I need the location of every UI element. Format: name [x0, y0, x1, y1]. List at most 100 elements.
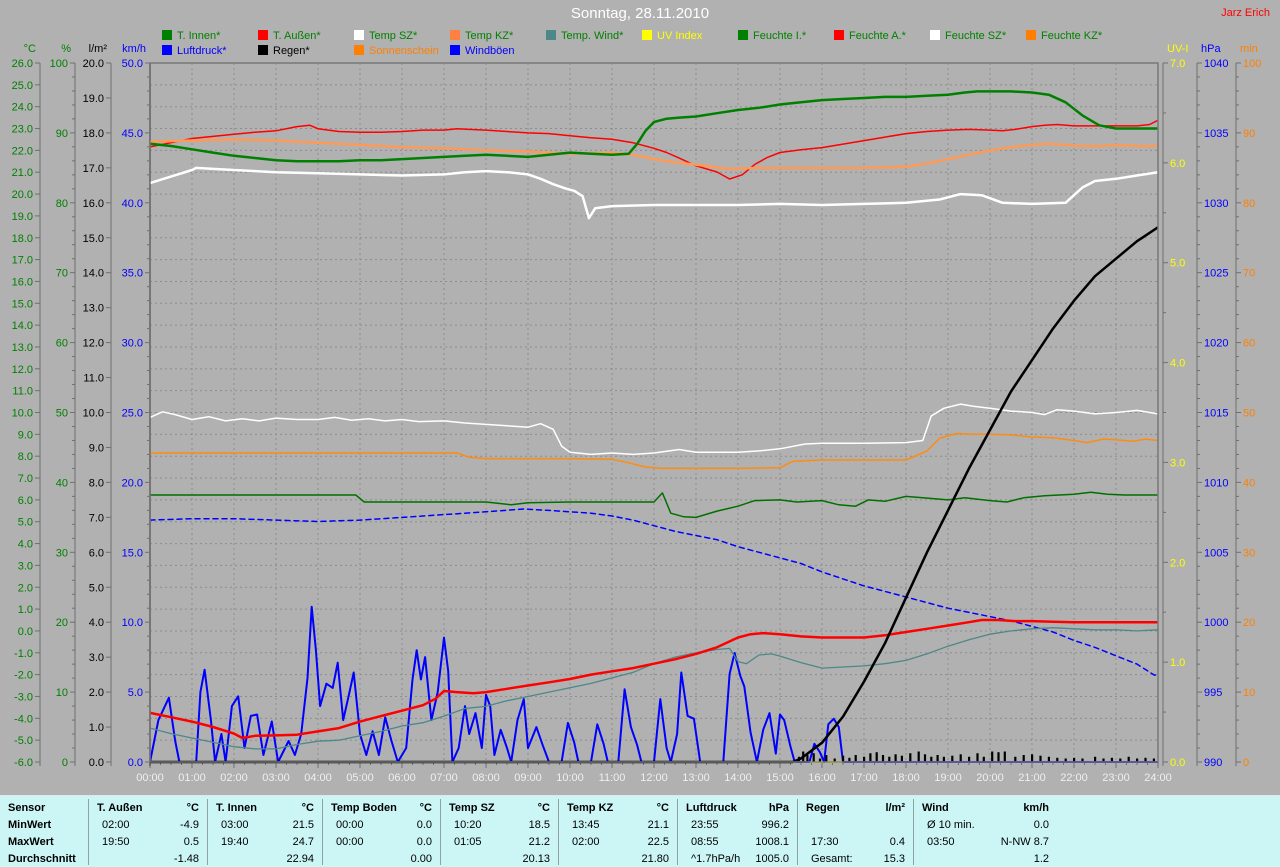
axis-unit-uv: UV-I: [1167, 43, 1188, 55]
axis-label-hpa: 1020: [1204, 338, 1228, 350]
series-bar-Regen Intervall: [894, 754, 897, 762]
axis-label-c: -1.0: [14, 648, 33, 660]
series-bar-Regen Intervall: [936, 755, 939, 762]
axis-label-c: -2.0: [14, 670, 33, 682]
axis-label-kmh: 45.0: [122, 128, 143, 140]
series-bar-Regen Intervall: [991, 751, 994, 762]
x-label: 04:00: [304, 772, 332, 784]
table-col-unit: °C: [656, 802, 669, 814]
axis-label-c: 3.0: [18, 560, 33, 572]
series-bar-Regen Intervall: [863, 756, 866, 762]
axis-label-lm2: 9.0: [89, 442, 104, 454]
axis-label-min: 90: [1243, 128, 1255, 140]
axis-label-min: 100: [1243, 58, 1261, 70]
axis-label-c: 10.0: [12, 408, 33, 420]
table-value: 1005.0: [755, 853, 789, 865]
axis-label-c: 25.0: [12, 80, 33, 92]
axis-label-kmh: 20.0: [122, 477, 143, 489]
axis-label-pct: 40: [56, 477, 68, 489]
axis-label-min: 10: [1243, 687, 1255, 699]
axis-label-c: 17.0: [12, 255, 33, 267]
axis-label-kmh: 35.0: [122, 268, 143, 280]
axis-label-kmh: 40.0: [122, 198, 143, 210]
x-label: 20:00: [976, 772, 1004, 784]
table-col-unit: hPa: [768, 802, 789, 814]
axis-label-lm2: 18.0: [83, 128, 104, 140]
axis-label-c: 7.0: [18, 473, 33, 485]
axis-label-c: 6.0: [18, 495, 33, 507]
x-label: 08:00: [472, 772, 500, 784]
axis-label-pct: 100: [50, 58, 68, 70]
table-value: 22.5: [647, 836, 669, 848]
x-label: 09:00: [514, 772, 542, 784]
axis-label-c: 12.0: [12, 364, 33, 376]
axis-label-min: 20: [1243, 617, 1255, 629]
axis-label-min: 40: [1243, 477, 1255, 489]
axis-label-lm2: 16.0: [83, 198, 104, 210]
axis-unit-c: °C: [24, 43, 36, 55]
table-value: 0.00: [410, 853, 432, 865]
x-label: 06:00: [388, 772, 416, 784]
axis-label-c: -4.0: [14, 713, 33, 725]
table-separator: [440, 799, 441, 865]
table-value: 18.5: [528, 819, 550, 831]
table-col-unit: l/m²: [885, 802, 905, 814]
table-value: 0.4: [889, 836, 905, 848]
axis-label-hpa: 1010: [1204, 477, 1228, 489]
axis-label-lm2: 15.0: [83, 233, 104, 245]
x-label: 22:00: [1060, 772, 1088, 784]
axis-label-c: 23.0: [12, 124, 33, 136]
x-label: 16:00: [808, 772, 836, 784]
table-col-unit: °C: [186, 802, 199, 814]
series-bar-Regen Intervall: [888, 756, 891, 762]
axis-label-hpa: 990: [1204, 757, 1222, 769]
series-bar-Regen Intervall: [930, 756, 933, 762]
series-bar-Regen Intervall: [812, 753, 815, 762]
axis-label-lm2: 13.0: [83, 303, 104, 315]
series-bar-Regen Intervall: [917, 751, 920, 762]
axis-label-c: 9.0: [18, 429, 33, 441]
axis-label-c: 1.0: [18, 604, 33, 616]
x-label: 14:00: [724, 772, 752, 784]
axis-label-c: 24.0: [12, 102, 33, 114]
axis-label-uv: 4.0: [1170, 358, 1185, 370]
table-value: 996.2: [761, 819, 789, 831]
axis-label-uv: 5.0: [1170, 258, 1185, 270]
x-label: 17:00: [850, 772, 878, 784]
table-separator: [797, 799, 798, 865]
axis-label-c: -6.0: [14, 757, 33, 769]
axis-label-lm2: 8.0: [89, 477, 104, 489]
axis-label-uv: 0.0: [1170, 757, 1185, 769]
summary-table: Sensor MinWert MaxWert Durchschnitt T. Außen…: [0, 795, 1280, 867]
table-value: 20.13: [522, 853, 550, 865]
table-separator: [677, 799, 678, 865]
axis-label-hpa: 1005: [1204, 547, 1228, 559]
table-value: 21.80: [641, 853, 669, 865]
table-col-unit: °C: [537, 802, 550, 814]
table-value: 0.5: [183, 836, 199, 848]
axis-label-hpa: 1030: [1204, 198, 1228, 210]
axis-label-pct: 70: [56, 268, 68, 280]
series-bar-Regen Intervall: [976, 753, 979, 762]
axis-label-c: 13.0: [12, 342, 33, 354]
x-label: 10:00: [556, 772, 584, 784]
series-bar-Regen Intervall: [959, 754, 962, 762]
axis-unit-pct: %: [61, 43, 71, 55]
table-row-label: Sensor: [8, 802, 46, 814]
x-label: 03:00: [262, 772, 290, 784]
table-separator: [207, 799, 208, 865]
axis-label-min: 80: [1243, 198, 1255, 210]
series-bar-Regen Intervall: [923, 754, 927, 762]
table-row-label: MinWert: [8, 819, 52, 831]
axis-label-c: 5.0: [18, 517, 33, 529]
axis-label-kmh: 30.0: [122, 338, 143, 350]
x-label: 11:00: [599, 772, 626, 784]
series-bar-Regen Intervall: [909, 753, 912, 762]
series-bar-Regen Intervall: [875, 752, 878, 762]
axis-label-lm2: 17.0: [83, 163, 104, 175]
series-bar-Regen Intervall: [1022, 755, 1025, 762]
axis-label-c: 11.0: [12, 386, 33, 398]
table-value: 0.0: [416, 819, 432, 831]
axis-label-kmh: 5.0: [128, 687, 143, 699]
axis-label-c: 2.0: [18, 582, 33, 594]
